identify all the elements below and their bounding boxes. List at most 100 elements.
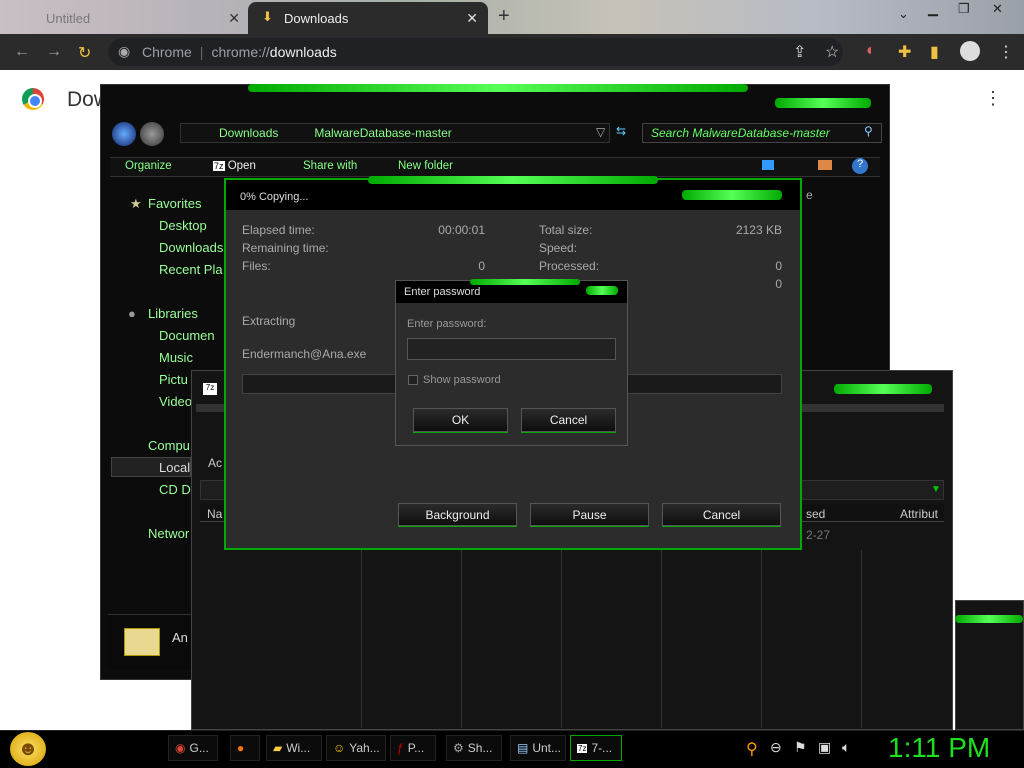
side-panel-icon[interactable]: ▮ [930, 42, 939, 62]
address-bar[interactable]: ◉ Chrome | chrome://downloads [108, 38, 843, 66]
back-icon[interactable]: ← [14, 43, 30, 61]
refresh-icon[interactable]: ⇆ [616, 124, 626, 138]
nav-favorites[interactable]: Favorites [148, 196, 201, 211]
notepad-icon: ▤ [517, 741, 529, 755]
pause-button[interactable]: Pause [530, 503, 649, 526]
nav-cd-drive[interactable]: CD D [159, 482, 191, 497]
extensions-icon[interactable]: ✚ [898, 42, 911, 62]
nav-libraries[interactable]: Libraries [148, 306, 198, 321]
password-input[interactable] [407, 338, 616, 360]
action-center-icon[interactable]: ⚑ [794, 739, 807, 756]
cancel-copy-button[interactable]: Cancel [662, 503, 781, 526]
nav-computer[interactable]: Compu [148, 438, 190, 453]
password-dialog-close[interactable] [586, 286, 618, 295]
reload-icon[interactable]: ↻ [78, 43, 91, 63]
share-with-menu[interactable]: Share with [303, 160, 357, 172]
nav-pictures[interactable]: Pictu [159, 372, 188, 387]
back-nav-icon[interactable] [112, 122, 136, 146]
search-tray-icon[interactable]: ⚲ [746, 739, 758, 759]
taskbar-chrome[interactable]: ◉ G... [168, 735, 218, 761]
ok-button[interactable]: OK [413, 408, 508, 432]
volume-icon[interactable]: 🔈︎ [842, 739, 850, 756]
taskbar-yahoo[interactable]: ☺ Yah... [326, 735, 386, 761]
col-divider [661, 550, 662, 728]
menu-kebab-icon[interactable]: ⋮ [998, 42, 1014, 62]
close-icon[interactable]: ✕ [466, 10, 478, 27]
taskbar-flash[interactable]: ƒ P... [390, 735, 436, 761]
nav-network[interactable]: Networ [148, 526, 189, 541]
open-menu[interactable]: 7z Open [213, 160, 256, 172]
explorer-address-bar[interactable]: Downloads MalwareDatabase-master [180, 123, 610, 143]
nav-local-disk[interactable]: Local [159, 460, 190, 475]
view-icon[interactable] [762, 160, 774, 170]
taskbar-untitled[interactable]: ▤ Unt... [510, 735, 566, 761]
nav-recent-places[interactable]: Recent Pla [159, 262, 223, 277]
site-info-icon[interactable]: ◉ [118, 43, 130, 60]
restore-icon[interactable]: ❐ [958, 1, 970, 17]
nav-desktop[interactable]: Desktop [159, 218, 207, 233]
close-window-icon[interactable]: ✕ [992, 1, 1003, 17]
total-size-label: Total size: [539, 223, 593, 237]
breadcrumb-folder[interactable]: MalwareDatabase-master [314, 126, 451, 140]
organize-menu[interactable]: Organize [125, 160, 172, 172]
third-window-controls[interactable] [955, 615, 1023, 623]
col-divider [861, 550, 862, 728]
password-dialog-title: Enter password [404, 286, 481, 298]
folder-icon: ▰ [273, 741, 283, 755]
libraries-icon: ● [128, 306, 136, 321]
start-button[interactable]: ☻ [10, 732, 46, 766]
7zip-window-controls[interactable] [834, 384, 932, 394]
bookmark-star-icon[interactable]: ☆ [825, 42, 839, 62]
profile-avatar[interactable] [960, 41, 980, 61]
firefox-icon: ● [237, 741, 245, 755]
password-prompt: Enter password: [407, 318, 487, 330]
url-path: downloads [269, 44, 337, 60]
clock[interactable]: 1:11 PM [888, 732, 990, 764]
taskbar-firefox[interactable]: ● [230, 735, 260, 761]
network-icon[interactable]: ▣ [818, 739, 831, 756]
forward-nav-icon[interactable] [140, 122, 164, 146]
share-icon[interactable]: ⇪ [793, 42, 806, 62]
dropdown-chevron-icon[interactable]: ▽ [596, 125, 605, 139]
window-controls[interactable] [775, 98, 871, 108]
help-icon[interactable]: ? [852, 158, 868, 174]
col-name[interactable]: Na [207, 507, 222, 521]
col-attributes[interactable]: Attribut [900, 507, 938, 521]
taskbar-7zip[interactable]: 7z 7-... [570, 735, 622, 761]
search-icon[interactable]: ⚲ [864, 124, 873, 138]
minimize-icon[interactable]: ▁ [928, 1, 938, 17]
nav-downloads[interactable]: Downloads [159, 240, 223, 255]
copy-window-controls[interactable] [682, 190, 782, 200]
tab-downloads[interactable]: ⬇ Downloads ✕ [248, 2, 488, 34]
cancel-password-button[interactable]: Cancel [521, 408, 616, 432]
chrome-icon: ◉ [175, 741, 186, 755]
col-used[interactable]: sed [806, 507, 825, 521]
explorer-search-input[interactable]: Search MalwareDatabase-master [642, 123, 882, 143]
more-actions-icon[interactable]: ⋮ [984, 88, 1002, 109]
nav-videos[interactable]: Video [159, 394, 192, 409]
extension-flag-icon[interactable]: ◐ [866, 42, 876, 60]
nav-documents[interactable]: Documen [159, 328, 215, 343]
tab-untitled[interactable]: Untitled ✕ [10, 2, 250, 34]
flash-icon: ƒ [397, 741, 404, 755]
taskbar-windows-explorer[interactable]: ▰ Wi... [266, 735, 322, 761]
forward-icon[interactable]: → [46, 43, 62, 61]
col-divider [761, 550, 762, 728]
new-folder-button[interactable]: New folder [398, 160, 453, 172]
preview-pane-icon[interactable] [818, 160, 832, 170]
download-icon: ⬇ [262, 9, 273, 24]
tab-title: Untitled [46, 10, 91, 26]
breadcrumb-downloads[interactable]: Downloads [219, 126, 278, 140]
background-button[interactable]: Background [398, 503, 517, 526]
minus-tray-icon[interactable]: ⊖ [770, 739, 782, 756]
nav-music[interactable]: Music [159, 350, 193, 365]
show-password-checkbox[interactable] [408, 375, 418, 385]
tab-title: Downloads [284, 10, 349, 26]
chevron-down-icon[interactable]: ⌄ [898, 6, 909, 22]
path-dropdown-icon[interactable]: ▼ [931, 484, 941, 495]
close-icon[interactable]: ✕ [228, 10, 240, 27]
add-button[interactable]: Ac [208, 456, 222, 470]
taskbar-sh[interactable]: ⚙ Sh... [446, 735, 502, 761]
show-password-label[interactable]: Show password [423, 374, 501, 386]
new-tab-icon[interactable]: + [498, 5, 510, 28]
